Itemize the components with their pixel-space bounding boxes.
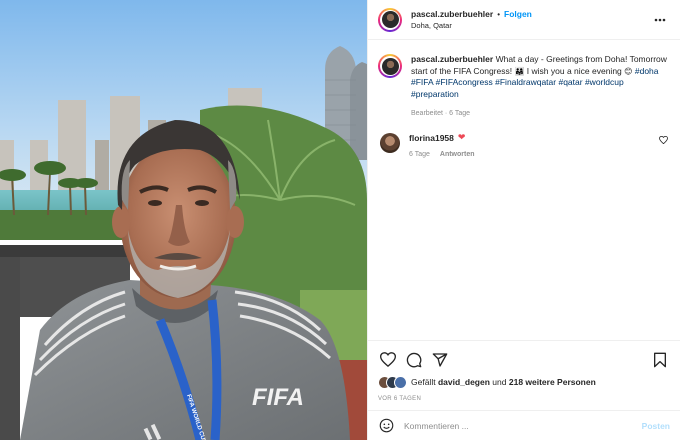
caption-meta: Bearbeitet · 6 Tage: [411, 110, 471, 117]
hashtag-qatar[interactable]: #qatar: [558, 77, 582, 87]
liker-username[interactable]: david_degen: [438, 377, 490, 387]
heart-emoji: ❤: [457, 133, 466, 143]
bookmark-icon[interactable]: [650, 350, 670, 370]
hashtag-doha[interactable]: #doha: [635, 66, 659, 76]
author-username[interactable]: pascal.zuberbuehler: [411, 9, 493, 19]
caption-text: pascal.zuberbuehler What a day - Greetin…: [411, 54, 670, 100]
post-caption: pascal.zuberbuehler What a day - Greetin…: [378, 54, 670, 117]
hashtag-worldcup[interactable]: #worldcup: [585, 77, 624, 87]
post-date[interactable]: VOR 6 TAGEN: [368, 391, 680, 402]
post-side-panel: pascal.zuberbuehler • Folgen Doha, Qatar…: [367, 0, 680, 440]
commenter-username[interactable]: florina1958: [409, 133, 454, 143]
post-header: pascal.zuberbuehler • Folgen Doha, Qatar: [368, 0, 680, 40]
post-photo[interactable]: FIFA WORLD CUP FIFA: [0, 0, 367, 440]
emoji-icon[interactable]: [378, 418, 394, 434]
comment-input[interactable]: [404, 420, 642, 431]
author-avatar[interactable]: [378, 7, 402, 32]
liker-avatars[interactable]: [378, 375, 407, 389]
hashtag-preparation[interactable]: #preparation: [411, 89, 459, 99]
more-icon[interactable]: [650, 12, 670, 28]
caption-text-part-2: I wish you a nice evening: [524, 65, 625, 76]
shirt-logo: FIFA: [252, 384, 304, 411]
reply-button[interactable]: Antworten: [440, 151, 475, 158]
comments-list[interactable]: pascal.zuberbuehler What a day - Greetin…: [368, 40, 680, 340]
hashtag-fifacongress[interactable]: #FIFAcongress: [436, 77, 493, 87]
likes-others-count[interactable]: 218 weitere Personen: [509, 377, 596, 387]
comment-icon[interactable]: [404, 350, 424, 370]
post-comment-button[interactable]: Posten: [642, 421, 670, 431]
likes-summary: Gefällt david_degen und 218 weitere Pers…: [368, 371, 680, 391]
comment-time: 6 Tage: [409, 151, 430, 158]
post-location[interactable]: Doha, Qatar: [411, 21, 650, 30]
caption-avatar[interactable]: [378, 54, 402, 78]
comment-like-heart-icon[interactable]: [656, 133, 670, 147]
comment-composer: Posten: [368, 410, 680, 440]
share-icon[interactable]: [430, 350, 450, 370]
comment-item: florina1958 ❤ 6 Tage Antworten: [378, 133, 670, 158]
follow-button[interactable]: Folgen: [504, 9, 532, 19]
commenter-avatar[interactable]: [380, 133, 400, 153]
hashtag-finaldrawqatar[interactable]: #Finaldrawqatar: [495, 77, 556, 87]
likes-text: Gefällt david_degen und 218 weitere Pers…: [411, 377, 596, 387]
hashtag-fifa[interactable]: #FIFA: [411, 77, 433, 87]
post-actions: Gefällt david_degen und 218 weitere Pers…: [368, 340, 680, 440]
likes-prefix: Gefällt: [411, 377, 436, 387]
family-emoji: 👨‍👩‍👧: [514, 66, 525, 76]
heart-icon[interactable]: [378, 350, 398, 370]
caption-username[interactable]: pascal.zuberbuehler: [411, 54, 493, 64]
separator-dot: •: [497, 9, 501, 19]
smile-emoji: 😊: [624, 66, 633, 76]
likes-connector: und: [492, 377, 507, 387]
